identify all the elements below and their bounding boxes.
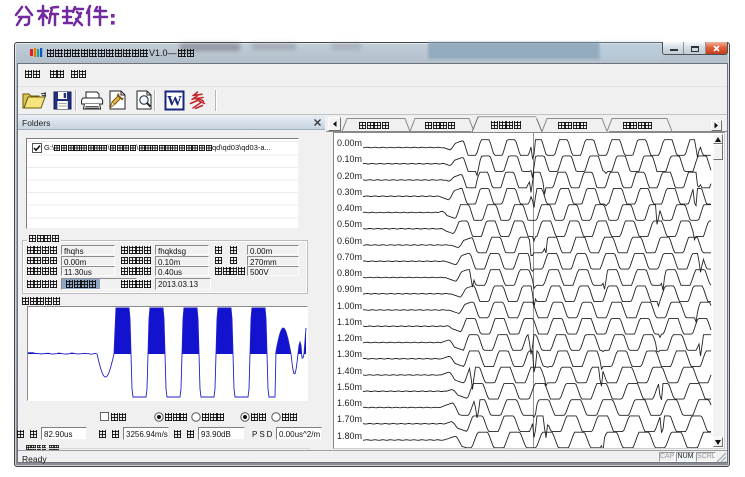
svg-text:W: W [167, 94, 182, 110]
